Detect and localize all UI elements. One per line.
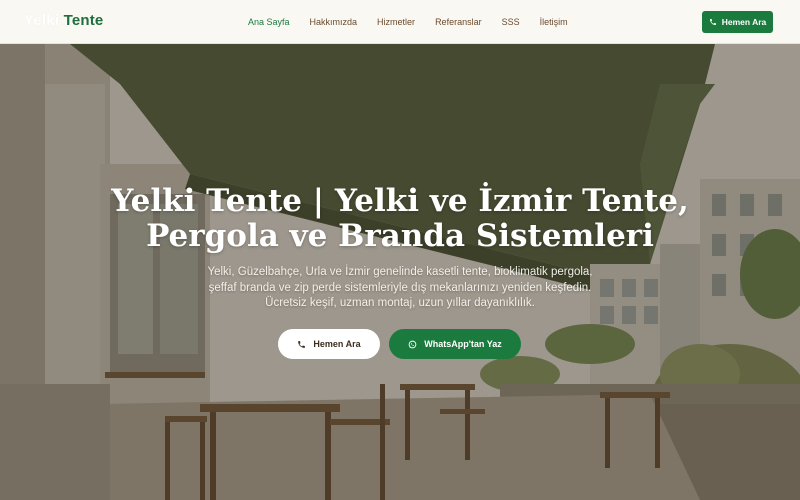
hero-subtitle: Yelki, Güzelbahçe, Urla ve İzmir genelin…	[160, 265, 640, 312]
phone-icon	[298, 340, 306, 348]
hero-title: Yelki Tente | Yelki ve İzmir Tente, Perg…	[0, 184, 800, 254]
hero-section: Yelki Tente | Yelki ve İzmir Tente, Perg…	[0, 44, 800, 500]
nav-link-home[interactable]: Ana Sayfa	[248, 17, 290, 27]
hero-call-label: Hemen Ara	[313, 339, 361, 349]
hero-subtitle-line3: Ücretsiz keşif, uzman montaj, uzun yılla…	[265, 297, 535, 309]
header-call-label: Hemen Ara	[721, 17, 767, 27]
site-header: Yelki Tente Ana Sayfa Hakkımızda Hizmetl…	[0, 0, 800, 44]
logo[interactable]: Yelki Tente	[24, 12, 103, 29]
hero-subtitle-line1: Yelki, Güzelbahçe, Urla ve İzmir genelin…	[207, 266, 593, 278]
hero-whatsapp-label: WhatsApp'tan Yaz	[424, 339, 502, 349]
nav-link-about[interactable]: Hakkımızda	[310, 17, 358, 27]
main-nav: Ana Sayfa Hakkımızda Hizmetler Referansl…	[248, 0, 588, 44]
whatsapp-icon	[408, 340, 417, 348]
nav-link-services[interactable]: Hizmetler	[377, 17, 415, 27]
header-call-button[interactable]: Hemen Ara	[702, 11, 773, 33]
nav-link-faq[interactable]: SSS	[502, 17, 520, 27]
phone-icon	[709, 19, 716, 25]
hero-subtitle-line2: şeffaf branda ve zip perde sistemleriyle…	[208, 281, 592, 294]
nav-link-contact[interactable]: İletişim	[540, 17, 568, 27]
hero-whatsapp-button[interactable]: WhatsApp'tan Yaz	[389, 329, 521, 359]
hero-title-line1: Yelki Tente | Yelki ve İzmir Tente,	[111, 183, 689, 219]
logo-text-tente: Tente	[63, 12, 104, 29]
hero-title-line2: Pergola ve Branda Sistemleri	[146, 218, 654, 254]
nav-link-references[interactable]: Referanslar	[435, 17, 482, 27]
hero-call-button[interactable]: Hemen Ara	[278, 329, 380, 359]
logo-text-yelki: Yelki	[24, 12, 60, 29]
page: Yelki Tente Ana Sayfa Hakkımızda Hizmetl…	[0, 0, 800, 500]
